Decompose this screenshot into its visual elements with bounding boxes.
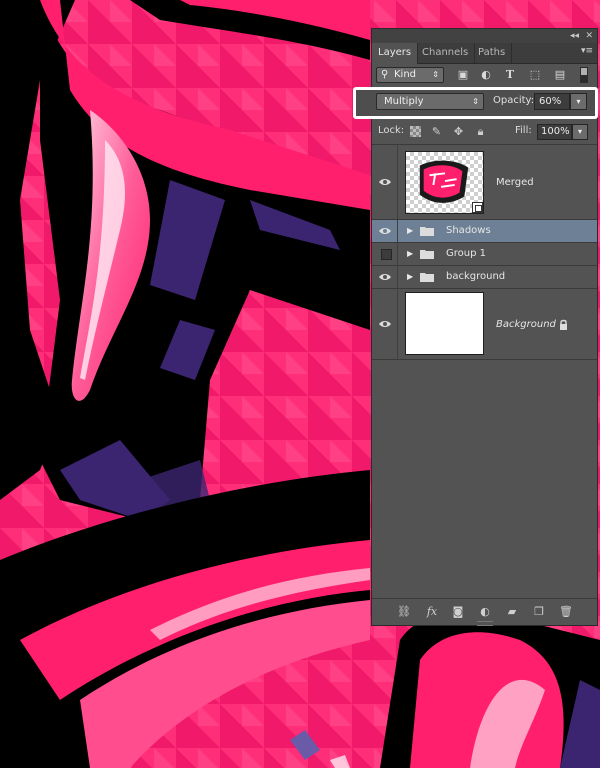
adjustment-layer-icon[interactable]: ◐ bbox=[477, 604, 493, 620]
opacity-label: Opacity: bbox=[493, 95, 535, 106]
panel-tabs: Layers Channels Paths ▾≡ bbox=[372, 43, 597, 64]
filter-kind-select[interactable]: ⚲ Kind ⇕ bbox=[376, 67, 444, 83]
fill-input[interactable]: 100% bbox=[537, 124, 572, 140]
updown-arrows-icon: ⇕ bbox=[432, 70, 439, 79]
layer-merged[interactable]: Merged bbox=[372, 145, 597, 220]
collapse-panel-icon[interactable]: ◂◂ bbox=[570, 30, 579, 42]
eye-icon bbox=[379, 228, 391, 234]
delete-icon[interactable]: 🗑︎ bbox=[558, 604, 574, 620]
layer-visibility-toggle[interactable] bbox=[372, 145, 398, 219]
lock-position-icon[interactable]: ✥ bbox=[452, 125, 465, 138]
layer-background[interactable]: Background bbox=[372, 289, 597, 360]
eye-icon bbox=[379, 321, 391, 327]
folder-icon bbox=[420, 273, 434, 282]
visibility-off-icon bbox=[381, 249, 392, 260]
smart-object-badge-icon bbox=[472, 202, 483, 213]
adjustment-filter-icon[interactable]: ◐ bbox=[479, 68, 493, 82]
add-mask-icon[interactable]: ◙ bbox=[450, 604, 466, 620]
layer-name: Group 1 bbox=[446, 248, 486, 259]
lock-icon bbox=[560, 319, 567, 330]
layer-name: Shadows bbox=[446, 225, 491, 236]
filter-bar: ⚲ Kind ⇕ ▣ ◐ T ⬚ ▤ bbox=[372, 64, 597, 86]
lock-transparent-icon[interactable] bbox=[410, 126, 421, 137]
updown-arrows-icon: ⇕ bbox=[472, 97, 479, 106]
layer-name: Merged bbox=[496, 177, 534, 188]
resize-grip[interactable] bbox=[477, 621, 493, 626]
eye-icon bbox=[379, 274, 391, 280]
opacity-input[interactable]: 60% bbox=[534, 93, 570, 110]
link-layers-icon[interactable]: ⛓ bbox=[396, 604, 412, 620]
layer-thumbnail bbox=[405, 151, 484, 214]
search-icon: ⚲ bbox=[381, 69, 389, 80]
lock-bar: Lock: ✎ ✥ 🔒︎ Fill: 100% ▾ bbox=[372, 120, 597, 145]
new-layer-icon[interactable]: ❐ bbox=[531, 604, 547, 620]
expand-arrow-icon[interactable]: ▶ bbox=[407, 249, 413, 258]
tab-paths[interactable]: Paths bbox=[472, 43, 513, 63]
layer-shadows[interactable]: ▶ Shadows bbox=[372, 220, 597, 243]
filter-toggle-icon[interactable] bbox=[580, 67, 588, 83]
lock-all-icon[interactable]: 🔒︎ bbox=[474, 125, 487, 138]
blend-mode-select[interactable]: Multiply ⇕ bbox=[376, 93, 484, 110]
panel-titlebar: ◂◂ ✕ bbox=[372, 29, 597, 44]
fx-icon[interactable]: fx bbox=[424, 604, 440, 620]
folder-icon bbox=[420, 250, 434, 259]
eye-icon bbox=[379, 179, 391, 185]
panel-menu-icon[interactable]: ▾≡ bbox=[581, 46, 593, 56]
image-filter-icon[interactable]: ▣ bbox=[456, 68, 470, 82]
shape-filter-icon[interactable]: ⬚ bbox=[528, 68, 542, 82]
layer-visibility-toggle[interactable] bbox=[372, 289, 398, 359]
new-group-icon[interactable]: ▰ bbox=[504, 604, 520, 620]
layer-visibility-toggle[interactable] bbox=[372, 243, 398, 265]
layer-visibility-toggle[interactable] bbox=[372, 266, 398, 288]
layer-background-group[interactable]: ▶ background bbox=[372, 266, 597, 289]
expand-arrow-icon[interactable]: ▶ bbox=[407, 226, 413, 235]
layer-group-1[interactable]: ▶ Group 1 bbox=[372, 243, 597, 266]
opacity-dropdown-button[interactable]: ▾ bbox=[570, 93, 587, 110]
expand-arrow-icon[interactable]: ▶ bbox=[407, 272, 413, 281]
tab-channels[interactable]: Channels bbox=[416, 43, 476, 63]
fill-dropdown-button[interactable]: ▾ bbox=[572, 124, 588, 140]
blend-mode-value: Multiply bbox=[384, 96, 424, 107]
smart-object-filter-icon[interactable]: ▤ bbox=[553, 68, 567, 82]
folder-icon bbox=[420, 227, 434, 236]
panel-footer: ⛓ fx ◙ ◐ ▰ ❐ 🗑︎ bbox=[372, 598, 597, 626]
layer-name: Background bbox=[496, 319, 556, 330]
type-filter-icon[interactable]: T bbox=[503, 68, 517, 82]
lock-image-icon[interactable]: ✎ bbox=[430, 125, 443, 138]
layer-name: background bbox=[446, 271, 506, 282]
layer-thumbnail bbox=[405, 292, 484, 355]
close-panel-icon[interactable]: ✕ bbox=[585, 30, 593, 42]
filter-kind-label: Kind bbox=[394, 69, 417, 80]
fill-label: Fill: bbox=[515, 125, 532, 136]
layer-visibility-toggle[interactable] bbox=[372, 220, 398, 242]
lock-label: Lock: bbox=[378, 125, 405, 136]
tab-layers[interactable]: Layers bbox=[372, 43, 419, 64]
